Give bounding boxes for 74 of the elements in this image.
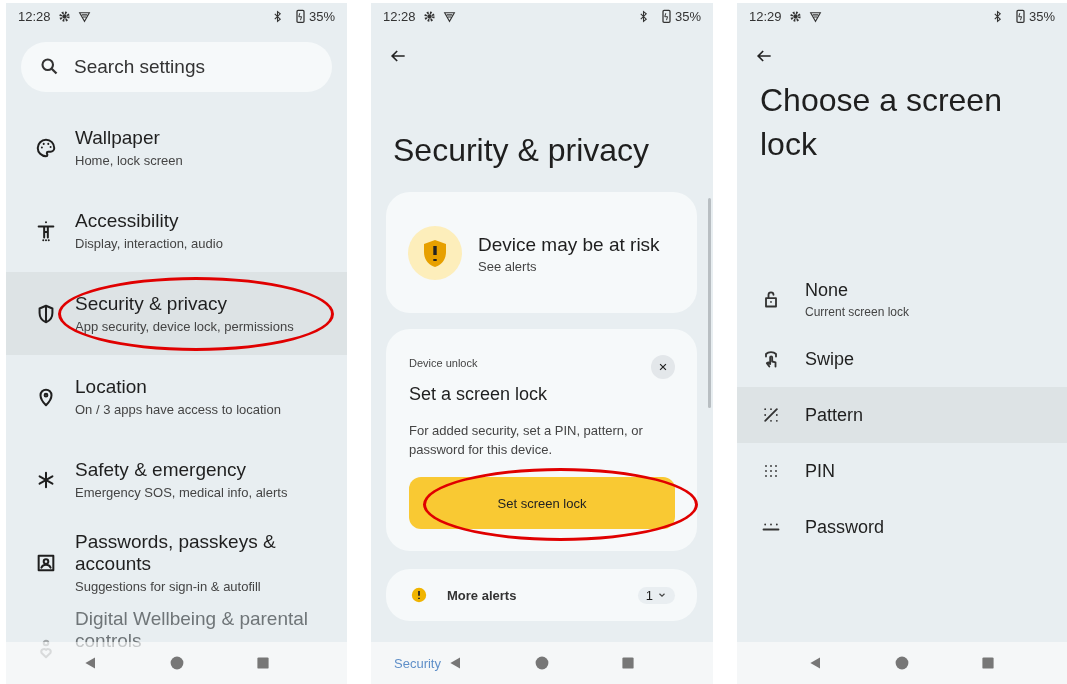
item-subtitle: Home, lock screen (75, 153, 183, 168)
palette-icon (35, 136, 57, 159)
alerts-label: More alerts (447, 587, 517, 603)
item-title: Safety & emergency (75, 459, 248, 481)
vpn-shield-icon (77, 9, 91, 23)
battery-icon (661, 9, 671, 23)
card-title: Device may be at risk (478, 232, 660, 257)
lock-option[interactable]: None Current screen lock (737, 267, 1067, 331)
vpn-shield-icon (442, 9, 456, 23)
settings-item[interactable]: Wallpaper Home, lock screen (6, 106, 347, 189)
scrollbar[interactable] (708, 198, 711, 408)
battery-icon (295, 9, 305, 23)
lock-option[interactable]: Swipe (737, 331, 1067, 387)
item-subtitle: App security, device lock, permissions (75, 319, 294, 334)
recents-icon[interactable] (620, 655, 636, 671)
pattern-icon (761, 405, 781, 425)
item-subtitle: On / 3 apps have access to location (75, 402, 281, 417)
item-subtitle: Emergency SOS, medical info, alerts (75, 485, 288, 500)
lock-option[interactable]: Pattern (737, 387, 1067, 443)
lock-option[interactable]: PIN (737, 443, 1067, 499)
settings-item[interactable]: Passwords, passkeys & accounts Suggestions for sign-in & autofill (6, 521, 347, 604)
close-button[interactable] (651, 355, 675, 379)
gear-icon (57, 9, 71, 23)
settings-item[interactable]: Digital Wellbeing & parental controls (6, 604, 347, 664)
page-title: Security & privacy (393, 131, 651, 170)
card-title: Set a screen lock (409, 384, 549, 405)
option-title: Swipe (805, 348, 855, 370)
battery-percent: 35% (674, 8, 701, 24)
search-field[interactable]: Search settings (21, 42, 332, 92)
lock-option[interactable]: Password (737, 499, 1067, 555)
item-title: Accessibility (75, 210, 180, 232)
item-title: Security & privacy (75, 293, 229, 315)
settings-item[interactable]: Security & privacy App security, device lock, permissions (6, 272, 347, 355)
home-icon[interactable] (894, 655, 910, 671)
home-icon[interactable] (534, 655, 550, 671)
search-icon (39, 56, 60, 77)
battery-icon (1015, 9, 1025, 23)
alert-icon (411, 587, 427, 603)
settings-item[interactable]: Location On / 3 apps have access to location (6, 355, 347, 438)
page-title: Choose a screen lock (760, 81, 1003, 164)
recents-icon[interactable] (254, 655, 271, 671)
collapsed-title: Security (394, 656, 441, 671)
risk-card[interactable]: Device may be at risk See alerts (386, 192, 697, 313)
gear-icon (422, 9, 436, 23)
settings-item[interactable]: Safety & emergency Emergency SOS, medical info, alerts (6, 438, 347, 521)
battery-percent: 35% (1028, 8, 1055, 24)
alerts-card[interactable]: More alerts 1 (386, 569, 697, 621)
card-description: For added security, set a PIN, pattern, or password for this device. (409, 422, 644, 459)
count-chip[interactable]: 1 (637, 586, 675, 604)
home-icon[interactable] (168, 655, 185, 671)
option-subtitle: Current screen lock (805, 304, 910, 319)
item-subtitle: Display, interaction, audio (75, 236, 223, 251)
item-subtitle: Suggestions for sign-in & autofill (75, 579, 262, 594)
option-title: PIN (805, 460, 835, 482)
set-screen-lock-button[interactable]: Set screen lock (409, 477, 675, 529)
card-subtitle: See alerts (478, 258, 538, 274)
warning-shield-icon (408, 225, 462, 280)
gear-icon (788, 9, 802, 23)
status-time: 12:28 (18, 8, 51, 24)
option-title: None (805, 279, 850, 301)
status-time: 12:29 (749, 8, 782, 24)
battery-percent: 35% (308, 8, 335, 24)
item-title: Location (75, 376, 148, 398)
recents-icon[interactable] (980, 655, 996, 671)
item-title: Passwords, passkeys & accounts (75, 531, 277, 575)
card-label: Device unlock (409, 357, 478, 369)
status-time: 12:28 (383, 8, 416, 24)
option-title: Pattern (805, 404, 864, 426)
item-title: Digital Wellbeing & parental controls (75, 608, 310, 652)
vpn-shield-icon (808, 9, 822, 23)
item-title: Wallpaper (75, 127, 161, 149)
accessibility-icon (35, 219, 57, 242)
option-title: Password (805, 516, 885, 538)
settings-item[interactable]: Accessibility Display, interaction, audio (6, 189, 347, 272)
